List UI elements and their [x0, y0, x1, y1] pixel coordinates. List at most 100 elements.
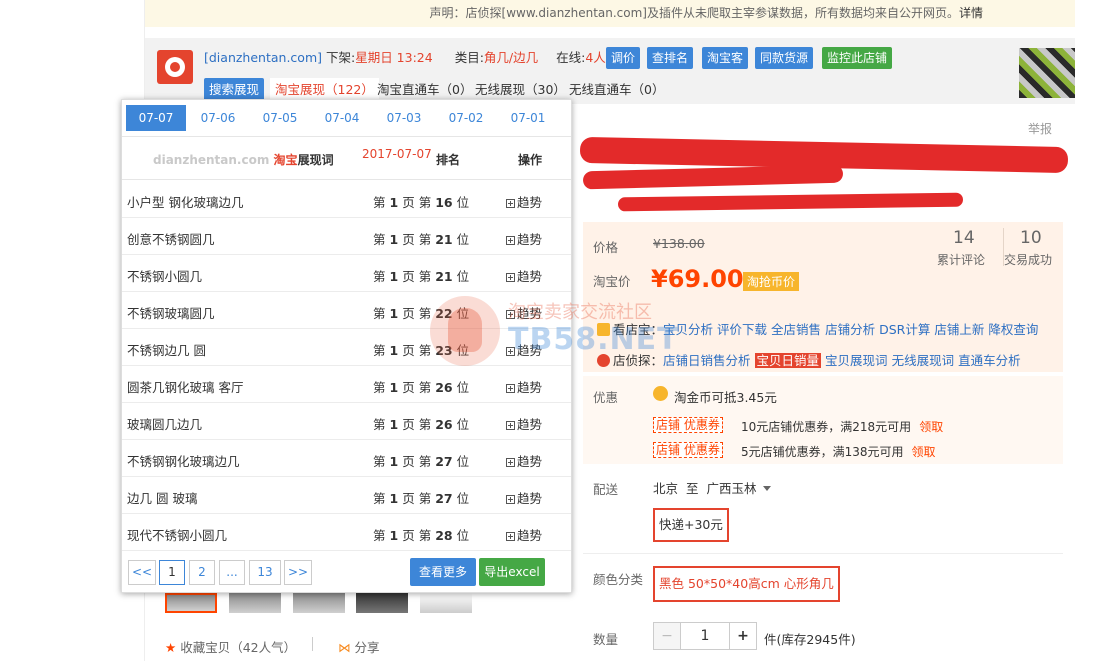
- date-tab-0706[interactable]: 07-06: [188, 105, 248, 131]
- page-2-button[interactable]: 2: [189, 560, 215, 585]
- trend-button[interactable]: 趋势: [506, 488, 542, 507]
- trend-button[interactable]: 趋势: [506, 266, 542, 285]
- rank-prefix: 第: [373, 343, 386, 358]
- date-tab-0701[interactable]: 07-01: [498, 105, 558, 131]
- redaction-mark-2: [582, 164, 844, 190]
- deals-label[interactable]: 交易成功: [1004, 251, 1052, 268]
- date-tab-0704[interactable]: 07-04: [312, 105, 372, 131]
- trend-button[interactable]: 趋势: [506, 192, 542, 211]
- tool-item-dsr[interactable]: DSR计算: [879, 322, 930, 337]
- reviews-label[interactable]: 累计评论: [937, 251, 985, 268]
- gallery-thumb[interactable]: [356, 593, 408, 613]
- trend-label: 趋势: [517, 454, 543, 469]
- rank-pos-prefix: 第: [418, 528, 432, 543]
- date-tab-0707[interactable]: 07-07: [126, 105, 186, 131]
- share-icon: ⋈: [338, 640, 351, 655]
- table-row: 不锈钢玻璃圆几 第 1 页 第 22 位 趋势: [122, 292, 571, 329]
- color-option[interactable]: 黑色 50*50*40高cm 心形角几: [653, 566, 840, 602]
- trend-button[interactable]: 趋势: [506, 340, 542, 359]
- ship-to-select[interactable]: 广西玉林: [707, 481, 757, 496]
- gallery-thumb[interactable]: [229, 593, 281, 613]
- report-link[interactable]: 举报: [1028, 120, 1052, 137]
- keyword-cell[interactable]: 不锈钢玻璃圆几: [127, 303, 215, 322]
- product-thumbnail-right[interactable]: [1019, 48, 1075, 98]
- dianzhentan-tools: 店侦探：店铺日销售分析 宝贝日销量 宝贝展现词 无线展现词 直通车分析: [597, 350, 1025, 369]
- category-label: 类目:: [454, 50, 484, 65]
- keyword-cell[interactable]: 玻璃圆几边几: [127, 414, 202, 433]
- tool-item-daily-item-sales[interactable]: 宝贝日销量: [754, 353, 822, 368]
- original-price: ¥138.00: [653, 236, 705, 251]
- expand-icon: [506, 199, 515, 208]
- qty-minus-button[interactable]: −: [653, 622, 681, 650]
- date-tab-0702[interactable]: 07-02: [436, 105, 496, 131]
- tab-wireless-direct[interactable]: 无线直通车（0）: [569, 78, 664, 102]
- express-option[interactable]: 快递+30元: [653, 508, 729, 542]
- site-link[interactable]: [dianzhentan.com]: [204, 50, 322, 65]
- tool-item-display-words[interactable]: 宝贝展现词: [825, 353, 888, 368]
- page-13-button[interactable]: 13: [249, 560, 281, 585]
- rank-pos: 26: [435, 380, 453, 395]
- rank-pos-prefix: 第: [418, 454, 432, 469]
- tool-item-new-items[interactable]: 店铺上新: [934, 322, 984, 337]
- share-item[interactable]: ⋈ 分享: [338, 637, 380, 656]
- coupon-2-claim[interactable]: 领取: [912, 445, 936, 459]
- taobaoke-button[interactable]: 淘宝客: [702, 47, 749, 69]
- rank-pos-unit: 位: [456, 306, 470, 321]
- disclaimer-detail-link[interactable]: 详情: [959, 6, 983, 20]
- date-tab-0705[interactable]: 07-05: [250, 105, 310, 131]
- table-row: 不锈钢小圆几 第 1 页 第 21 位 趋势: [122, 255, 571, 292]
- chevron-down-icon[interactable]: [762, 486, 771, 491]
- monitor-shop-button[interactable]: 监控此店铺: [822, 47, 893, 69]
- rank-pos: 16: [435, 195, 453, 210]
- qty-label: 数量: [593, 632, 619, 647]
- gallery-thumb[interactable]: [420, 593, 472, 613]
- tool-item-penalty[interactable]: 降权查询: [988, 322, 1038, 337]
- tool-item-shop-analysis[interactable]: 店铺分析: [825, 322, 875, 337]
- page-last-button[interactable]: >>: [284, 560, 312, 585]
- trend-button[interactable]: 趋势: [506, 303, 542, 322]
- rank-pos: 22: [435, 306, 453, 321]
- tool-item-analysis[interactable]: 宝贝分析: [663, 322, 713, 337]
- tool-item-wireless-words[interactable]: 无线展现词: [892, 353, 955, 368]
- page-1-button[interactable]: 1: [159, 560, 185, 585]
- keyword-cell[interactable]: 不锈钢边几 圆: [127, 340, 206, 359]
- coupon-1-text: 10元店铺优惠券，满218元可用: [741, 420, 912, 434]
- rank-prefix: 第: [373, 528, 386, 543]
- tool-item-direct-analysis[interactable]: 直通车分析: [958, 353, 1021, 368]
- keyword-cell[interactable]: 不锈钢钢化玻璃边几: [127, 451, 240, 470]
- tool-item-daily-shop-sales[interactable]: 店铺日销售分析: [663, 353, 751, 368]
- tool-item-review-download[interactable]: 评价下载: [717, 322, 767, 337]
- favorite-item[interactable]: ★ 收藏宝贝（42人气）: [165, 637, 296, 656]
- promo-panel: 优惠 淘金币可抵3.45元 店铺 优惠券 10元店铺优惠券，满218元可用 领取 …: [583, 376, 1063, 464]
- adjust-price-button[interactable]: 调价: [606, 47, 641, 69]
- export-excel-button[interactable]: 导出excel: [479, 558, 545, 586]
- trend-button[interactable]: 趋势: [506, 525, 542, 544]
- keyword-cell[interactable]: 边几 圆 玻璃: [127, 488, 197, 507]
- view-more-button[interactable]: 查看更多: [410, 558, 476, 586]
- page-first-button[interactable]: <<: [128, 560, 156, 585]
- tool-item-shop-sales[interactable]: 全店销售: [771, 322, 821, 337]
- trend-button[interactable]: 趋势: [506, 414, 542, 433]
- date-tab-0703[interactable]: 07-03: [374, 105, 434, 131]
- gallery-thumb[interactable]: [165, 593, 217, 613]
- rank-page-unit: 页: [402, 232, 415, 247]
- trend-button[interactable]: 趋势: [506, 451, 542, 470]
- same-source-button[interactable]: 同款货源: [755, 47, 814, 69]
- qty-input[interactable]: 1: [680, 622, 730, 650]
- qty-plus-button[interactable]: +: [729, 622, 757, 650]
- trend-button[interactable]: 趋势: [506, 229, 542, 248]
- trend-button[interactable]: 趋势: [506, 377, 542, 396]
- keyword-cell[interactable]: 不锈钢小圆几: [127, 266, 202, 285]
- expand-icon: [506, 310, 515, 319]
- gallery-thumb[interactable]: [293, 593, 345, 613]
- keyword-cell[interactable]: 圆茶几钢化玻璃 客厅: [127, 377, 243, 396]
- rank-pos-unit: 位: [456, 528, 470, 543]
- keyword-cell[interactable]: 创意不锈钢圆几: [127, 229, 215, 248]
- keyword-cell[interactable]: 现代不锈钢小圆几: [127, 525, 227, 544]
- keyword-cell[interactable]: 小户型 钢化玻璃边几: [127, 192, 243, 211]
- rank-pos-prefix: 第: [418, 195, 432, 210]
- coupon-1-claim[interactable]: 领取: [919, 420, 943, 434]
- disclaimer-bar: 声明：店侦探[www.dianzhentan.com]及插件从未爬取主宰参谋数据…: [145, 0, 1075, 27]
- check-rank-button[interactable]: 查排名: [647, 47, 694, 69]
- rank-page-unit: 页: [402, 491, 415, 506]
